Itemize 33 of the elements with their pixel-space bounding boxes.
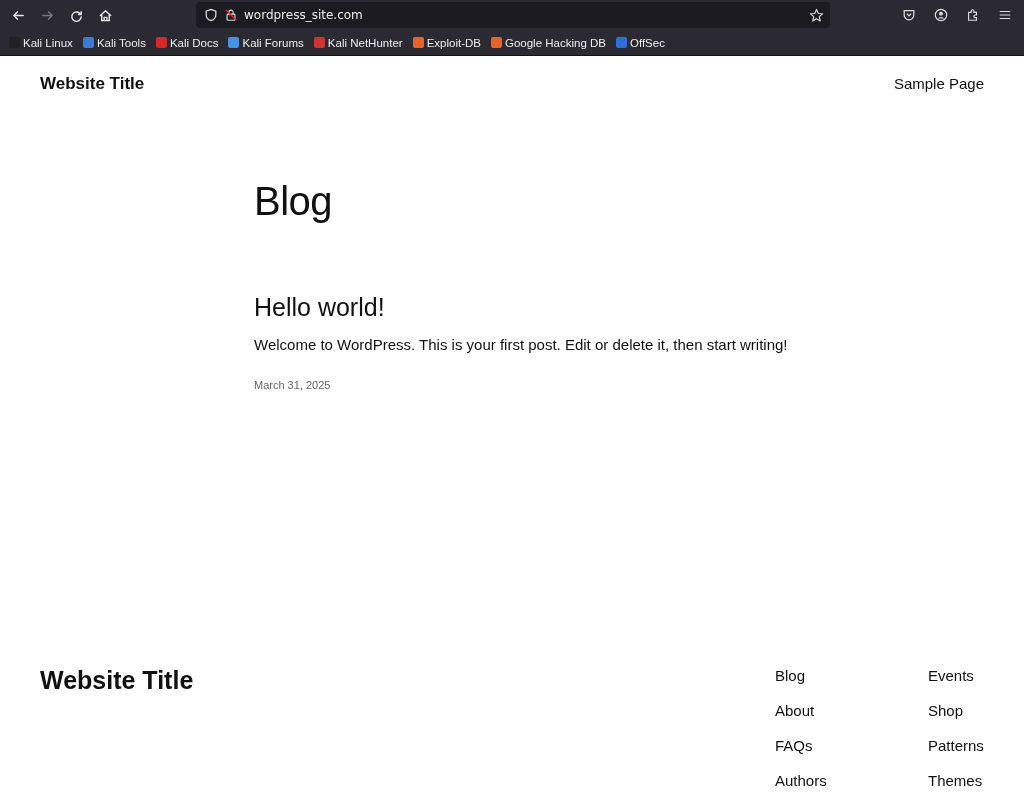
footer-link[interactable]: FAQs bbox=[775, 736, 928, 755]
footer-link[interactable]: About bbox=[775, 701, 928, 720]
shield-icon bbox=[204, 8, 218, 22]
bookmark[interactable]: OffSec bbox=[615, 36, 665, 49]
post-date[interactable]: March 31, 2025 bbox=[254, 379, 331, 391]
site-title[interactable]: Website Title bbox=[40, 74, 145, 94]
url-text: wordpress_site.com bbox=[244, 8, 364, 22]
footer-site-title[interactable]: Website Title bbox=[40, 668, 194, 790]
page-heading: Blog bbox=[254, 181, 334, 221]
footer-link[interactable]: Themes bbox=[928, 771, 984, 790]
post-title[interactable]: Hello world! bbox=[254, 295, 1024, 320]
address-bar[interactable]: wordpress_site.com bbox=[196, 2, 830, 28]
footer-link[interactable]: Blog bbox=[775, 666, 928, 685]
account-icon[interactable] bbox=[934, 8, 948, 22]
post-excerpt: Welcome to WordPress. This is your first post. Edit or delete it, then start writing! bbox=[254, 336, 789, 353]
lock-icon bbox=[224, 8, 238, 22]
menu-icon[interactable] bbox=[998, 8, 1012, 22]
bookmark[interactable]: Kali Forums bbox=[228, 36, 304, 49]
footer-link[interactable]: Authors bbox=[775, 771, 928, 790]
pocket-icon[interactable] bbox=[902, 8, 916, 22]
home-icon[interactable] bbox=[98, 7, 113, 23]
footer-link[interactable]: Shop bbox=[928, 701, 984, 720]
star-icon[interactable] bbox=[809, 7, 824, 23]
bookmark[interactable]: Kali Docs bbox=[155, 36, 219, 49]
footer-link[interactable]: Events bbox=[928, 666, 984, 685]
nav-link[interactable]: Sample Page bbox=[893, 75, 984, 92]
footer-link[interactable]: Patterns bbox=[928, 736, 984, 755]
bookmark[interactable]: Google Hacking DB bbox=[490, 36, 606, 49]
puzzle-icon[interactable] bbox=[966, 8, 980, 22]
bookmark[interactable]: Kali Tools bbox=[82, 36, 146, 49]
bookmark[interactable]: Kali Linux bbox=[9, 36, 73, 49]
bookmark[interactable]: Exploit-DB bbox=[412, 36, 481, 49]
bookmark[interactable]: Kali NetHunter bbox=[313, 36, 403, 49]
